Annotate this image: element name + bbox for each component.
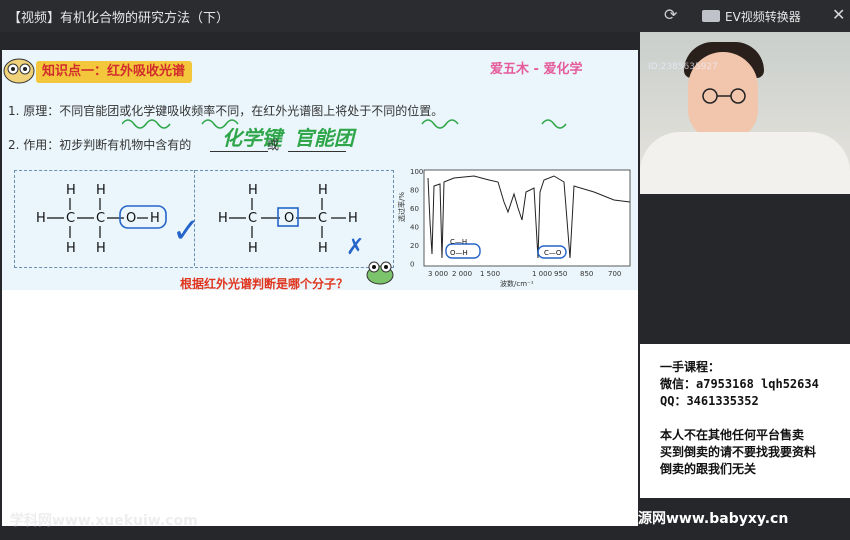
x-tick-label: 950 [554,270,567,278]
y-tick-label: 80 [410,187,419,195]
glasses-icon [702,88,746,104]
y-tick-label: 100 [410,168,423,176]
atom: H [318,183,328,198]
blank-line-1 [210,151,268,152]
presenter-shirt [640,132,850,194]
y-tick-label: 60 [410,205,419,213]
atom: O [284,211,294,226]
handwritten-underline-squiggle [122,119,567,129]
window-titlebar: 【视频】有机化合物的研究方法（下） ⟳ EV视频转换器 ✕ [0,0,850,32]
promo-line: 一手课程： [660,360,721,374]
x-tick-label: 3 000 [428,270,448,278]
question-text: 根据红外光谱判断是哪个分子？ [180,277,349,291]
atom: C [96,211,105,226]
atom: C [66,211,75,226]
molecule-ethanol: H H H C C O H H H ✓ [36,183,196,256]
atom: H [218,211,228,226]
atom: H [66,183,76,198]
brand-logo-text: 爱五木 - 爱化学 [490,62,583,77]
annotation-ch: C—H [450,238,467,246]
atom: C [318,211,327,226]
promo-line: QQ：3461335352 [660,394,759,408]
y-tick-label: 0 [410,261,414,269]
x-tick-label: 700 [608,270,621,278]
refresh-icon[interactable]: ⟳ [664,5,677,24]
close-icon[interactable]: ✕ [832,5,845,24]
atom: C [248,211,257,226]
atom: H [318,241,328,256]
atom: H [248,183,258,198]
promo-panel: 一手课程： 微信：a7953168 lqh52634 QQ：3461335352… [640,344,850,498]
frog-mascot-icon [366,261,394,285]
x-tick-label: 1 500 [480,270,500,278]
promo-line: 本人不在其他任何平台售卖 [660,428,805,442]
annotation-co: C—O [544,249,562,257]
ir-spectrum-chart: 透过率/% 100 80 60 40 20 0 3 000 2 000 1 500 1 000 9… [397,168,631,288]
y-tick-label: 20 [410,242,419,250]
x-tick-label: 1 000 [532,270,552,278]
camera-icon [702,10,720,22]
y-axis-label: 透过率/% [397,192,406,222]
webcam-feed: ID:2385635927 [640,32,850,194]
or-text: 或 [267,138,280,152]
blank-line-2 [288,151,346,152]
atom: H [150,211,160,226]
x-axis-label: 波数/cm⁻¹ [500,279,534,288]
atom: H [96,241,106,256]
atom: H [248,241,258,256]
watermark-left: 学科网www.xuekuiw.com [10,513,198,529]
y-tick-label: 40 [410,224,419,232]
cross-mark: ✗ [346,235,364,260]
x-tick-label: 2 000 [452,270,472,278]
promo-line: 买到倒卖的请不要找我要资料 [660,445,817,459]
knowledge-point-badge: 知识点一：红外吸收光谱 [36,61,192,83]
annotation-oh: O—H [450,249,468,257]
function-text: 2. 作用：初步判断有机物中含有的 [8,138,192,152]
molecule-dimethyl-ether: H H H C O C H H H ✗ [218,183,364,260]
atom: H [348,211,358,226]
webcam-id-text: ID:2385635927 [648,62,718,72]
atom: H [96,183,106,198]
check-mark: ✓ [172,211,196,251]
slide-canvas: 知识点一：红外吸收光谱 爱五木 - 爱化学 1. 原理：不同官能团或化学键吸收频… [2,50,638,526]
promo-line: 微信：a7953168 lqh52634 [660,377,819,391]
owl-mascot-icon [3,58,35,84]
window-title: 【视频】有机化合物的研究方法（下） [8,11,230,26]
atom: O [126,211,136,226]
promo-line: 倒卖的跟我们无关 [660,462,757,476]
atom: H [66,241,76,256]
watermark-right: 馨雅资源网www.babyxy.cn [596,511,789,527]
atom: H [36,211,46,226]
ev-converter-label[interactable]: EV视频转换器 [702,8,801,25]
x-tick-label: 850 [580,270,593,278]
